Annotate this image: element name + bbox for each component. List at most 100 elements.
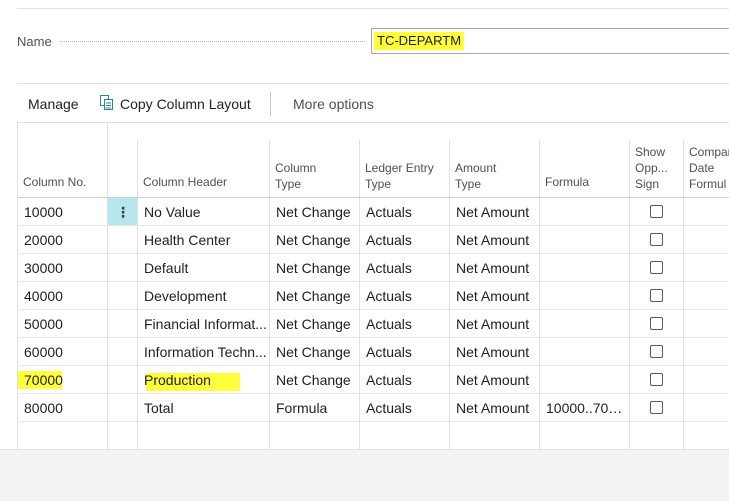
grid-line (683, 140, 684, 449)
cell-amount-type[interactable]: Net Amount (456, 287, 538, 305)
manage-button[interactable]: Manage (28, 96, 79, 112)
copy-column-layout-button[interactable]: Copy Column Layout (120, 96, 251, 112)
grid-top-divider (17, 122, 729, 123)
cell-amount-type[interactable]: Net Amount (456, 259, 538, 277)
row-divider (17, 337, 729, 338)
cell-column-header[interactable]: Production (144, 371, 268, 389)
cell-column-no[interactable]: 70000 (24, 371, 104, 389)
cell-ledger-entry-type[interactable]: Actuals (366, 371, 448, 389)
cell-column-type[interactable]: Formula (276, 399, 358, 417)
show-opp-sign-checkbox[interactable] (650, 233, 663, 246)
header-amount-type-line2: Type (455, 177, 482, 191)
header-formula[interactable]: Formula (545, 174, 589, 190)
header-column-no[interactable]: Column No. (23, 174, 86, 190)
header-show-opp-sign-line2: Opp... (635, 161, 668, 175)
grid-line (269, 140, 270, 449)
cell-column-type[interactable]: Net Change (276, 231, 358, 249)
cell-ledger-entry-type[interactable]: Actuals (366, 259, 448, 277)
page-footer (0, 449, 729, 501)
header-show-opp-sign[interactable]: Show Opp... Sign (635, 144, 668, 192)
grid-line (17, 122, 18, 449)
cell-column-header[interactable]: Financial Informat... (144, 315, 268, 333)
cell-column-type[interactable]: Net Change (276, 259, 358, 277)
cell-amount-type[interactable]: Net Amount (456, 343, 538, 361)
grid-line (629, 140, 630, 449)
header-column-type[interactable]: Column Type (275, 160, 316, 192)
cell-amount-type[interactable]: Net Amount (456, 315, 538, 333)
cell-column-type[interactable]: Net Change (276, 287, 358, 305)
header-show-opp-sign-line1: Show (635, 145, 666, 159)
header-column-header[interactable]: Column Header (143, 174, 227, 190)
name-input-value: TC-DEPARTM (374, 32, 465, 50)
cell-column-no[interactable]: 50000 (24, 315, 104, 333)
cell-column-type[interactable]: Net Change (276, 343, 358, 361)
header-ledger-entry-type[interactable]: Ledger Entry Type (365, 160, 434, 192)
header-show-opp-sign-line3: Sign (635, 177, 660, 191)
header-comparison-date-formula[interactable]: Compar Date Formul (689, 144, 729, 192)
show-opp-sign-checkbox[interactable] (650, 345, 663, 358)
cell-amount-type[interactable]: Net Amount (456, 371, 538, 389)
more-options-button[interactable]: More options (293, 96, 374, 112)
action-separator (270, 92, 271, 116)
cell-column-header[interactable]: No Value (144, 203, 268, 221)
cell-column-no[interactable]: 60000 (24, 343, 104, 361)
header-comparison-date-formula-line3: Formul (689, 177, 727, 191)
cell-column-type[interactable]: Net Change (276, 371, 358, 389)
cell-ledger-entry-type[interactable]: Actuals (366, 399, 448, 417)
header-column-type-line2: Type (275, 177, 302, 191)
cell-ledger-entry-type[interactable]: Actuals (366, 231, 448, 249)
cell-column-header[interactable]: Health Center (144, 231, 268, 249)
name-label: Name (17, 34, 52, 49)
header-column-type-line1: Column (275, 161, 317, 175)
row-divider (17, 281, 729, 282)
show-opp-sign-checkbox[interactable] (650, 373, 663, 386)
cell-column-header[interactable]: Default (144, 259, 268, 277)
grid-line (539, 140, 540, 449)
show-opp-sign-checkbox[interactable] (650, 205, 663, 218)
cell-column-header[interactable]: Development (144, 287, 268, 305)
row-divider (17, 309, 729, 310)
header-amount-type-line1: Amount (455, 161, 497, 175)
grid-line (137, 140, 138, 449)
cell-column-no[interactable]: 40000 (24, 287, 104, 305)
top-divider (17, 8, 729, 9)
cell-amount-type[interactable]: Net Amount (456, 203, 538, 221)
name-input[interactable]: TC-DEPARTM (371, 28, 729, 54)
cell-column-no[interactable]: 30000 (24, 259, 104, 277)
cell-column-no[interactable]: 10000 (24, 203, 104, 221)
header-comparison-date-formula-line1: Compar (689, 145, 729, 159)
cell-column-header[interactable]: Total (144, 399, 268, 417)
cell-amount-type[interactable]: Net Amount (456, 231, 538, 249)
grid-line (107, 122, 108, 449)
show-opp-sign-checkbox[interactable] (650, 261, 663, 274)
cell-column-header[interactable]: Information Techn... (144, 343, 268, 361)
section-divider (17, 83, 729, 84)
row-divider (17, 253, 729, 254)
grid-line (359, 140, 360, 449)
row-divider (17, 421, 729, 422)
cell-column-no[interactable]: 20000 (24, 231, 104, 249)
header-ledger-entry-type-line1: Ledger Entry (365, 161, 434, 175)
grid-line (449, 140, 450, 449)
cell-ledger-entry-type[interactable]: Actuals (366, 343, 448, 361)
cell-formula[interactable]: 10000..700... (546, 399, 626, 417)
cell-column-type[interactable]: Net Change (276, 315, 358, 333)
name-dotted-leader (60, 41, 365, 42)
header-comparison-date-formula-line2: Date (689, 161, 715, 175)
header-amount-type[interactable]: Amount Type (455, 160, 496, 192)
show-opp-sign-checkbox[interactable] (650, 317, 663, 330)
cell-amount-type[interactable]: Net Amount (456, 399, 538, 417)
row-divider (17, 225, 729, 226)
row-actions-kebab-icon[interactable]: ⋮ (113, 202, 133, 222)
cell-column-type[interactable]: Net Change (276, 203, 358, 221)
show-opp-sign-checkbox[interactable] (650, 401, 663, 414)
cell-ledger-entry-type[interactable]: Actuals (366, 203, 448, 221)
row-divider (17, 393, 729, 394)
show-opp-sign-checkbox[interactable] (650, 289, 663, 302)
cell-ledger-entry-type[interactable]: Actuals (366, 315, 448, 333)
cell-column-no[interactable]: 80000 (24, 399, 104, 417)
cell-ledger-entry-type[interactable]: Actuals (366, 287, 448, 305)
copy-layout-icon (100, 95, 114, 111)
header-ledger-entry-type-line2: Type (365, 177, 392, 191)
row-divider (17, 365, 729, 366)
